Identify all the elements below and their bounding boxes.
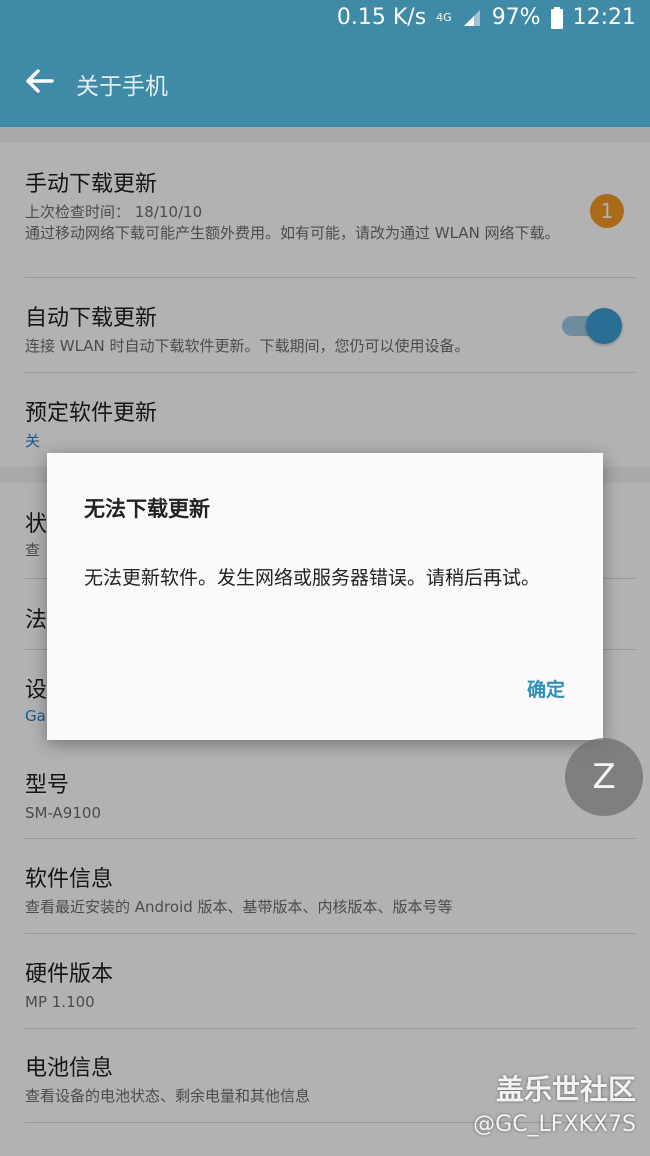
battery-icon <box>550 6 563 29</box>
clock: 12:21 <box>572 5 636 30</box>
status-bar-right: 0.15 K/s 4G 97% 12:21 <box>337 5 636 30</box>
network-type-icon: 4G <box>436 11 452 24</box>
floating-z-button[interactable]: Z <box>565 738 643 816</box>
back-arrow-icon[interactable] <box>22 64 56 98</box>
page-title: 关于手机 <box>76 74 168 100</box>
watermark-brand: 盖乐世社区 <box>495 1073 636 1106</box>
dialog-title: 无法下载更新 <box>84 497 210 521</box>
watermark-user: @GC_LFXKX7S <box>473 1112 636 1137</box>
signal-icon <box>463 9 480 26</box>
dialog-message: 无法更新软件。发生网络或服务器错误。请稍后再试。 <box>84 567 541 589</box>
watermark: 盖乐世社区 @GC_LFXKX7S <box>473 1068 636 1137</box>
network-speed: 0.15 K/s <box>336 5 427 30</box>
battery-percent: 97% <box>491 5 541 30</box>
confirm-button[interactable]: 确定 <box>527 675 565 702</box>
status-bar: 0.15 K/s 4G 97% 12:21 <box>0 0 650 40</box>
app-bar: 关于手机 <box>0 40 650 127</box>
error-dialog: 无法下载更新 无法更新软件。发生网络或服务器错误。请稍后再试。 确定 <box>47 453 603 740</box>
